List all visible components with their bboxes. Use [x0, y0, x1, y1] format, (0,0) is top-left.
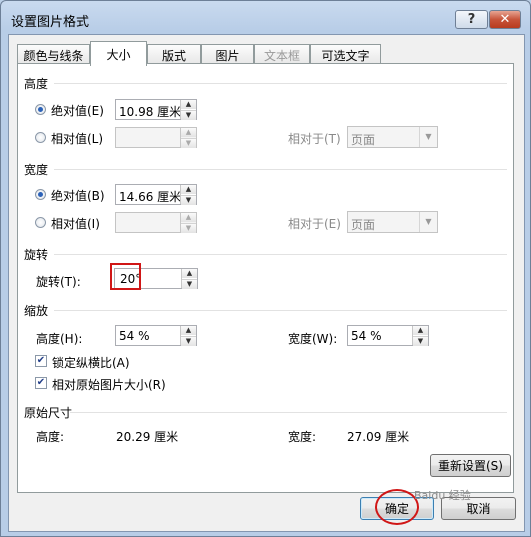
- width-relative-to-label: 相对于(E): [288, 217, 341, 231]
- scale-section-title: 缩放: [24, 304, 49, 318]
- rotation-section-title: 旋转: [24, 248, 49, 262]
- divider: [70, 412, 507, 413]
- reset-button[interactable]: 重新设置(S): [430, 454, 511, 477]
- lock-aspect-label: 锁定纵横比(A): [52, 356, 130, 370]
- spin-up-icon[interactable]: ▲: [182, 269, 197, 278]
- scale-width-label: 宽度(W):: [288, 332, 338, 346]
- original-height-label: 高度:: [36, 430, 65, 444]
- original-width-value: 27.09 厘米: [347, 430, 410, 444]
- scale-height-spinner[interactable]: 54 % ▲ ▼: [115, 325, 197, 346]
- width-relative-radio[interactable]: [35, 217, 46, 228]
- scale-width-spinner[interactable]: 54 % ▲ ▼: [347, 325, 429, 346]
- height-absolute-value: 10.98 厘米: [119, 105, 182, 119]
- divider: [54, 310, 507, 311]
- highlight-circle: [375, 489, 419, 525]
- height-absolute-radio[interactable]: [35, 104, 46, 115]
- width-relative-label: 相对值(I): [51, 217, 100, 231]
- width-relative-to-select: 页面 ▼: [347, 211, 438, 233]
- scale-height-value: 54 %: [119, 329, 150, 343]
- height-section-title: 高度: [24, 77, 49, 91]
- height-absolute-spinner[interactable]: 10.98 厘米 ▲ ▼: [115, 99, 197, 120]
- spin-up-icon: ▲: [181, 213, 196, 222]
- spin-down-icon: ▼: [181, 223, 196, 233]
- width-relative-spinner: ▲ ▼: [115, 212, 197, 233]
- relative-original-label: 相对原始图片大小(R): [52, 378, 166, 392]
- dialog-client-area: 颜色与线条 大小 版式 图片 文本框 可选文字 高度 绝对值(E) 10.98 …: [8, 34, 525, 532]
- chevron-down-icon: ▼: [419, 127, 437, 147]
- spin-down-icon[interactable]: ▼: [182, 279, 197, 289]
- spin-up-icon: ▲: [181, 128, 196, 137]
- tab-picture[interactable]: 图片: [201, 44, 254, 65]
- original-size-section-title: 原始尺寸: [24, 406, 73, 420]
- spin-down-icon[interactable]: ▼: [181, 195, 196, 205]
- tab-size[interactable]: 大小: [90, 41, 147, 66]
- lock-aspect-checkbox[interactable]: ✔: [35, 355, 47, 367]
- tab-colors-lines[interactable]: 颜色与线条: [17, 44, 90, 65]
- divider: [54, 83, 507, 84]
- height-relative-to-select: 页面 ▼: [347, 126, 438, 148]
- dialog-window: 设置图片格式 ? ✕ 颜色与线条 大小 版式 图片 文本框 可选文字 高度 绝对…: [0, 0, 531, 537]
- width-absolute-value: 14.66 厘米: [119, 190, 182, 204]
- size-tab-panel: 高度 绝对值(E) 10.98 厘米 ▲ ▼ 相对值(L) ▲ ▼ 相对于(T) 页…: [17, 63, 514, 493]
- spin-up-icon[interactable]: ▲: [181, 100, 196, 109]
- tab-layout[interactable]: 版式: [147, 44, 201, 65]
- height-relative-to-value: 页面: [351, 133, 376, 147]
- width-absolute-radio[interactable]: [35, 189, 46, 200]
- height-relative-to-label: 相对于(T): [288, 132, 341, 146]
- spin-down-icon[interactable]: ▼: [181, 336, 196, 346]
- dialog-title: 设置图片格式: [11, 15, 90, 30]
- height-absolute-label: 绝对值(E): [51, 104, 104, 118]
- help-button[interactable]: ?: [455, 10, 488, 29]
- spin-up-icon[interactable]: ▲: [181, 185, 196, 194]
- tab-textbox: 文本框: [254, 44, 310, 65]
- spin-down-icon: ▼: [181, 138, 196, 148]
- spin-up-icon[interactable]: ▲: [413, 326, 428, 335]
- width-relative-to-value: 页面: [351, 218, 376, 232]
- spin-down-icon[interactable]: ▼: [181, 110, 196, 120]
- height-relative-label: 相对值(L): [51, 132, 104, 146]
- original-width-label: 宽度:: [288, 430, 317, 444]
- chevron-down-icon: ▼: [419, 212, 437, 232]
- height-relative-spinner: ▲ ▼: [115, 127, 197, 148]
- rotation-label: 旋转(T):: [36, 275, 81, 289]
- scale-height-label: 高度(H):: [36, 332, 83, 346]
- spin-up-icon[interactable]: ▲: [181, 326, 196, 335]
- width-absolute-label: 绝对值(B): [51, 189, 105, 203]
- highlight-box: [110, 263, 141, 290]
- width-section-title: 宽度: [24, 163, 49, 177]
- title-bar[interactable]: 设置图片格式 ? ✕: [1, 1, 530, 35]
- width-absolute-spinner[interactable]: 14.66 厘米 ▲ ▼: [115, 184, 197, 205]
- divider: [54, 254, 507, 255]
- tab-alt-text[interactable]: 可选文字: [310, 44, 381, 65]
- spin-down-icon[interactable]: ▼: [413, 336, 428, 346]
- original-height-value: 20.29 厘米: [116, 430, 179, 444]
- scale-width-value: 54 %: [351, 329, 382, 343]
- relative-original-checkbox[interactable]: ✔: [35, 377, 47, 389]
- divider: [54, 169, 507, 170]
- watermark: Baidu 经验: [414, 489, 471, 502]
- close-button[interactable]: ✕: [489, 10, 521, 29]
- height-relative-radio[interactable]: [35, 132, 46, 143]
